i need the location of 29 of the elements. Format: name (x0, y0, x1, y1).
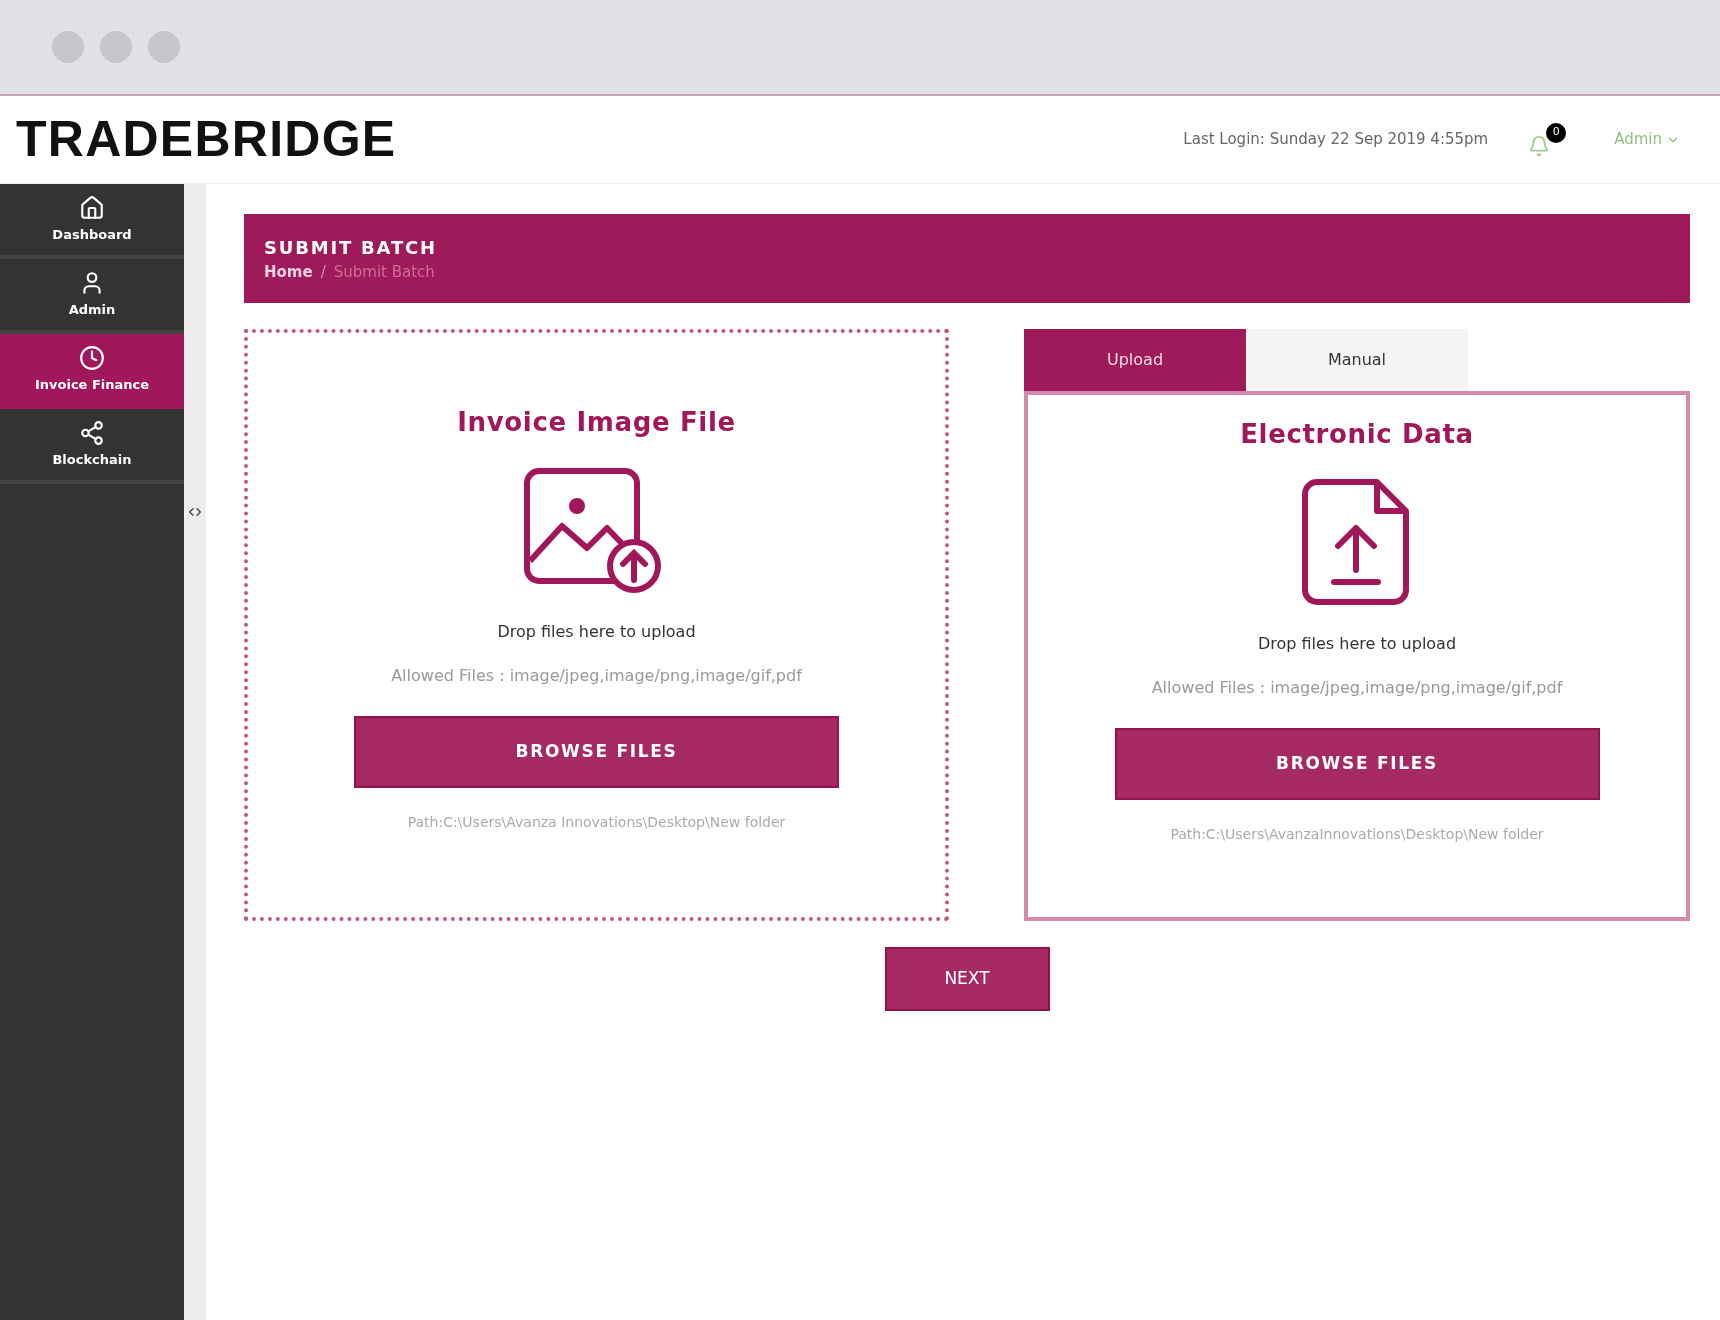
next-button[interactable]: NEXT (884, 947, 1050, 1011)
logo: TRADEBRIDGE (16, 110, 397, 169)
bell-icon (1528, 134, 1551, 157)
breadcrumb-separator: / (320, 261, 326, 283)
page-title: SUBMIT BATCH (264, 235, 438, 260)
drop-zone[interactable]: Invoice Image File Drop files here to upload Allowed Files : image/jpeg,image/png,image/gif,pdf BROWSE FILES Path:C:\Users\Avanza Innovations\Desktop\New folder (244, 329, 949, 921)
notification-badge: 0 (1546, 122, 1567, 143)
drop-instruction: Drop files here to upload (497, 621, 696, 643)
sidebar-item[interactable]: Invoice Finance (0, 334, 184, 409)
house-icon (79, 194, 105, 221)
panel-title: Electronic Data (1240, 418, 1474, 451)
file-upload-icon (1302, 478, 1412, 608)
browse-files-button[interactable]: BROWSE FILES (1114, 728, 1600, 800)
browse-files-button[interactable]: BROWSE FILES (354, 716, 839, 788)
drop-instruction: Drop files here to upload (1257, 633, 1457, 655)
allowed-files-text: Allowed Files : image/jpeg,image/png,image/gif,pdf (391, 665, 802, 687)
file-path-text: Path:C:\Users\AvanzaInnovations\Desktop\New folder (1170, 825, 1544, 844)
breadcrumb-link[interactable]: Home (264, 260, 313, 284)
allowed-files-text: Allowed Files : image/jpeg,image/png,image/gif,pdf (1151, 677, 1563, 699)
file-path-text: Path:C:\Users\Avanza Innovations\Desktop\New folder (407, 813, 786, 832)
notification-button[interactable]: 0 (1528, 122, 1567, 157)
tab[interactable]: Upload (1024, 329, 1246, 391)
drop-zone[interactable]: Electronic Data Drop files here to upload Allowed Files : image/jpeg,image/png,image/gif,pdf BROWSE FILES Path:C:\Users\AvanzaInnovations\Desktop\New folder (1024, 391, 1690, 921)
nodes-icon (79, 419, 105, 446)
panel-title: Invoice Image File (457, 406, 736, 439)
tab[interactable]: Manual (1246, 329, 1468, 391)
clock-icon (79, 344, 105, 371)
breadcrumb-current: Submit Batch (333, 261, 435, 283)
last-login-text: Last Login: Sunday 22 Sep 2019 4:55pm (1183, 129, 1489, 151)
